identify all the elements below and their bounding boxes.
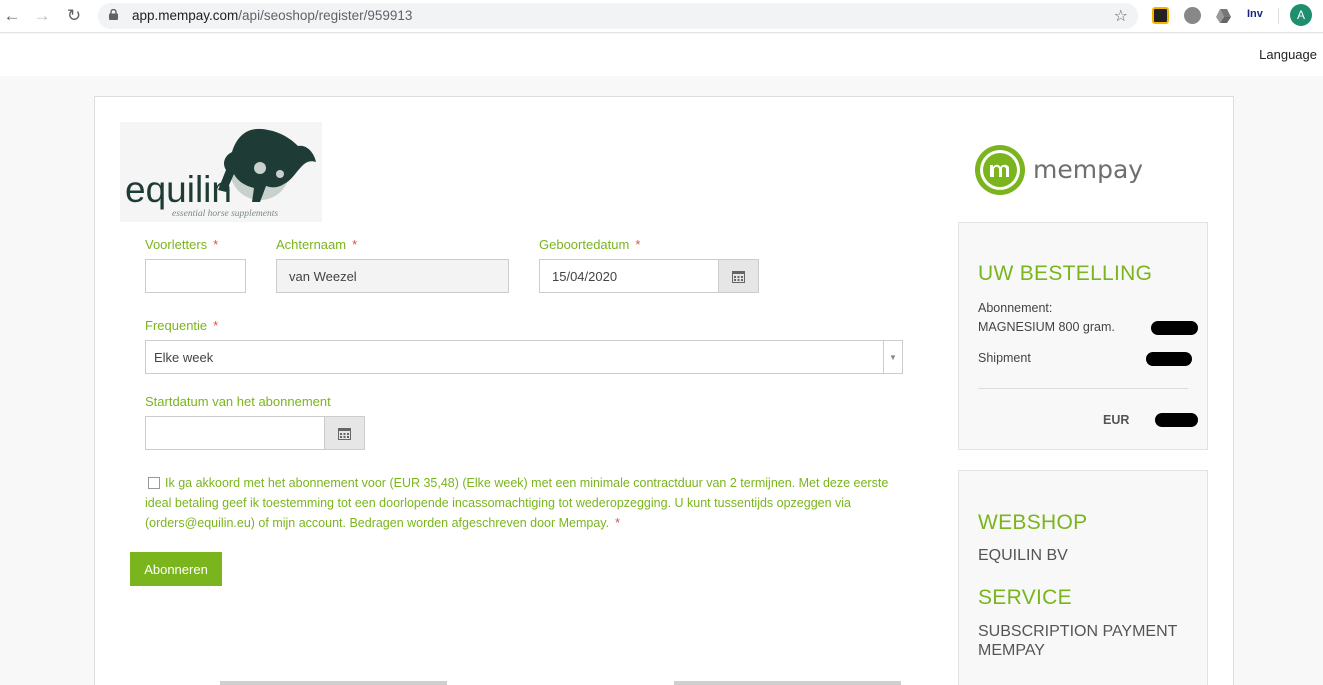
- page-topbar: Language: [0, 34, 1323, 76]
- birthdate-input[interactable]: 15/04/2020: [539, 259, 719, 293]
- subscription-label: Abonnement:: [978, 301, 1053, 315]
- subscribe-button[interactable]: Abonneren: [130, 552, 222, 586]
- scrollbar-thumb[interactable]: [674, 681, 901, 685]
- dropdown-arrow-icon: ▼: [883, 341, 902, 373]
- redacted-price: [1151, 321, 1198, 335]
- startdate-label: Startdatum van het abonnement: [145, 394, 331, 409]
- language-menu[interactable]: Language: [1259, 47, 1317, 62]
- mempay-logo: mempay: [975, 145, 1143, 195]
- service-name: SUBSCRIPTION PAYMENT MEMPAY: [978, 623, 1178, 659]
- webshop-name: EQUILIN BV: [978, 547, 1068, 564]
- url-text: app.mempay.com/api/seoshop/register/9599…: [132, 8, 413, 23]
- toolbar-divider: [1278, 8, 1279, 24]
- frequency-label: Frequentie *: [145, 318, 219, 333]
- webshop-title: WEBSHOP: [978, 511, 1088, 534]
- scrollbar-thumb[interactable]: [220, 681, 447, 685]
- bookmark-star-icon[interactable]: ☆: [1114, 6, 1128, 26]
- profile-avatar[interactable]: A: [1290, 4, 1312, 26]
- service-title: SERVICE: [978, 586, 1072, 609]
- drive-icon[interactable]: [1215, 7, 1232, 24]
- order-divider: [978, 388, 1188, 389]
- equilin-logo: equilin essential horse supplements: [120, 122, 322, 222]
- extension-circle-icon[interactable]: [1184, 7, 1201, 24]
- address-bar[interactable]: app.mempay.com/api/seoshop/register/9599…: [98, 3, 1138, 29]
- reload-icon[interactable]: ↻: [64, 6, 84, 26]
- lock-icon: [109, 9, 118, 20]
- startdate-input[interactable]: [145, 416, 325, 450]
- svg-text:equilin: equilin: [125, 169, 232, 210]
- lastname-input[interactable]: van Weezel: [276, 259, 509, 293]
- birthdate-label: Geboortedatum *: [539, 237, 641, 252]
- initials-input[interactable]: [145, 259, 246, 293]
- shipment-label: Shipment: [978, 351, 1031, 365]
- extension-icon[interactable]: [1152, 7, 1169, 24]
- browser-toolbar: ← → ↻ app.mempay.com/api/seoshop/registe…: [0, 0, 1323, 33]
- back-arrow-icon[interactable]: ←: [2, 6, 22, 26]
- inv-extension-label[interactable]: Inv: [1247, 8, 1263, 20]
- frequency-select[interactable]: Elke week ▼: [145, 340, 903, 374]
- frequency-selected-value: Elke week: [154, 350, 214, 365]
- terms-checkbox[interactable]: [148, 477, 160, 489]
- birthdate-calendar-button[interactable]: [719, 259, 759, 293]
- svg-text:essential horse supplements: essential horse supplements: [172, 209, 278, 219]
- svg-text:mempay: mempay: [1033, 155, 1143, 184]
- product-name: MAGNESIUM 800 gram.: [978, 320, 1115, 334]
- startdate-calendar-button[interactable]: [325, 416, 365, 450]
- initials-label: Voorletters *: [145, 237, 219, 252]
- currency-label: EUR: [1103, 413, 1130, 427]
- forward-arrow-icon[interactable]: →: [32, 6, 52, 26]
- redacted-shipment: [1146, 352, 1192, 366]
- terms-text: Ik ga akkoord met het abonnement voor (E…: [145, 476, 889, 530]
- redacted-total: [1155, 413, 1198, 427]
- calendar-icon: [338, 427, 351, 440]
- order-title: UW BESTELLING: [978, 262, 1153, 285]
- lastname-label: Achternaam *: [276, 237, 358, 252]
- calendar-icon: [732, 270, 745, 283]
